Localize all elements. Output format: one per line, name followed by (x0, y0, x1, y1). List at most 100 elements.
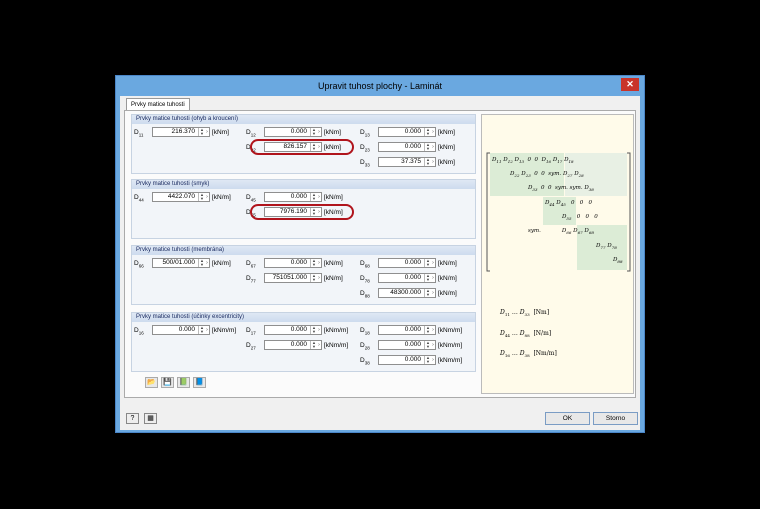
d77-arrow[interactable]: › (317, 274, 321, 282)
d38-arrow[interactable]: › (431, 356, 435, 364)
d68-input[interactable]: 0.000 ▲ ▼ › (378, 258, 436, 268)
d77-spin[interactable]: ▲ ▼ (310, 274, 317, 282)
d17-unit: [kNm/m] (324, 327, 349, 334)
d38-unit: [kNm/m] (438, 357, 463, 364)
matrix-preview-panel: D11 D12 D13 0 0 D16 D17 D18 D22 D23 0 0 … (481, 114, 634, 394)
d16-arrow[interactable]: › (205, 326, 209, 334)
import-table-icon[interactable]: 📗 (177, 377, 190, 388)
matrix-row-2: D22 D23 0 0 sym. D27 D28 (510, 171, 584, 179)
ok-button[interactable]: OK (545, 412, 590, 425)
d44-arrow[interactable]: › (205, 193, 209, 201)
d23-unit: [kNm] (438, 144, 455, 151)
d12-unit: [kNm] (324, 129, 341, 136)
d27-input[interactable]: 0.000 ▲ ▼ › (264, 340, 322, 350)
d23-arrow[interactable]: › (431, 143, 435, 151)
d11-arrow[interactable]: › (205, 128, 209, 136)
d11-input[interactable]: 216.370 ▲ ▼ › (152, 127, 210, 137)
d88-arrow[interactable]: › (431, 289, 435, 297)
d18-spin[interactable]: ▲ ▼ (424, 326, 431, 334)
field-d66: D66 500/01.000 ▲ ▼ › [kN/m] (134, 258, 244, 268)
d67-arrow[interactable]: › (317, 259, 321, 267)
group-bending: Prvky matice tuhosti (ohyb a kroucení) D… (131, 114, 476, 174)
d38-spin[interactable]: ▲ ▼ (424, 356, 431, 364)
d67-spin[interactable]: ▲ ▼ (310, 259, 317, 267)
d44-input[interactable]: 4422.070 ▲ ▼ › (152, 192, 210, 202)
d18-unit: [kNm/m] (438, 327, 463, 334)
cancel-button[interactable]: Storno (593, 412, 638, 425)
d78-arrow[interactable]: › (431, 274, 435, 282)
d18-input[interactable]: 0.000 ▲ ▼ › (378, 325, 436, 335)
d28-unit: [kNm/m] (438, 342, 463, 349)
d44-spin[interactable]: ▲ ▼ (198, 193, 205, 201)
save-icon[interactable]: 💾 (161, 377, 174, 388)
d68-unit: [kN/m] (438, 260, 457, 267)
field-d18: D18 0.000 ▲ ▼ › [kNm/m] (360, 325, 470, 335)
d28-arrow[interactable]: › (431, 341, 435, 349)
d78-label: D78 (360, 275, 370, 284)
d23-input[interactable]: 0.000 ▲ ▼ › (378, 142, 436, 152)
d18-label: D18 (360, 327, 370, 336)
open-file-icon[interactable]: 📂 (145, 377, 158, 388)
d33-arrow[interactable]: › (431, 158, 435, 166)
export-table-icon[interactable]: 📘 (193, 377, 206, 388)
d13-arrow[interactable]: › (431, 128, 435, 136)
legend-eccentricity: D16 … D38 [Nm/m] (500, 350, 557, 359)
field-d16: D16 0.000 ▲ ▼ › [kNm/m] (134, 325, 244, 335)
d33-input[interactable]: 37.375 ▲ ▼ › (378, 157, 436, 167)
d17-input[interactable]: 0.000 ▲ ▼ › (264, 325, 322, 335)
d13-input[interactable]: 0.000 ▲ ▼ › (378, 127, 436, 137)
d12-spin[interactable]: ▲ ▼ (310, 128, 317, 136)
d16-input[interactable]: 0.000 ▲ ▼ › (152, 325, 210, 335)
d45-input[interactable]: 0.000 ▲ ▼ › (264, 192, 322, 202)
d27-label: D27 (246, 342, 256, 351)
d27-unit: [kNm/m] (324, 342, 349, 349)
d38-input[interactable]: 0.000 ▲ ▼ › (378, 355, 436, 365)
help-icon[interactable]: ? (126, 413, 139, 424)
d88-spin[interactable]: ▲ ▼ (424, 289, 431, 297)
d66-arrow[interactable]: › (205, 259, 209, 267)
field-d33: D33 37.375 ▲ ▼ › [kNm] (360, 157, 470, 167)
d17-arrow[interactable]: › (317, 326, 321, 334)
d17-spin[interactable]: ▲ ▼ (310, 326, 317, 334)
d45-spin[interactable]: ▲ ▼ (310, 193, 317, 201)
d27-spin[interactable]: ▲ ▼ (310, 341, 317, 349)
d16-spin[interactable]: ▲ ▼ (198, 326, 205, 334)
group-bending-header: Prvky matice tuhosti (ohyb a kroucení) (132, 115, 475, 124)
d78-input[interactable]: 0.000 ▲ ▼ › (378, 273, 436, 283)
d77-label: D77 (246, 275, 256, 284)
d18-arrow[interactable]: › (431, 326, 435, 334)
d33-spin[interactable]: ▲ ▼ (424, 158, 431, 166)
d67-input[interactable]: 0.000 ▲ ▼ › (264, 258, 322, 268)
d28-input[interactable]: 0.000 ▲ ▼ › (378, 340, 436, 350)
title-bar[interactable]: Upravit tuhost plochy - Laminát ✕ (116, 76, 644, 96)
d27-arrow[interactable]: › (317, 341, 321, 349)
d66-unit: [kN/m] (212, 260, 231, 267)
close-button[interactable]: ✕ (621, 78, 639, 91)
units-icon[interactable]: ▦ (144, 413, 157, 424)
d44-label: D44 (134, 194, 144, 203)
group-shear-header: Prvky matice tuhosti (smyk) (132, 180, 475, 189)
d68-spin[interactable]: ▲ ▼ (424, 259, 431, 267)
field-d67: D67 0.000 ▲ ▼ › [kN/m] (246, 258, 356, 268)
d45-arrow[interactable]: › (317, 193, 321, 201)
field-d68: D68 0.000 ▲ ▼ › [kN/m] (360, 258, 470, 268)
d12-arrow[interactable]: › (317, 128, 321, 136)
group-shear: Prvky matice tuhosti (smyk) D44 4422.070… (131, 179, 476, 239)
d88-unit: [kN/m] (438, 290, 457, 297)
d28-spin[interactable]: ▲ ▼ (424, 341, 431, 349)
d78-spin[interactable]: ▲ ▼ (424, 274, 431, 282)
tab-panel: Prvky matice tuhosti (ohyb a kroucení) D… (124, 110, 636, 398)
d67-label: D67 (246, 260, 256, 269)
d23-spin[interactable]: ▲ ▼ (424, 143, 431, 151)
d11-spin[interactable]: ▲ ▼ (198, 128, 205, 136)
d28-label: D28 (360, 342, 370, 351)
d11-label: D11 (134, 129, 144, 138)
d68-arrow[interactable]: › (431, 259, 435, 267)
d66-spin[interactable]: ▲ ▼ (198, 259, 205, 267)
d12-input[interactable]: 0.000 ▲ ▼ › (264, 127, 322, 137)
d77-input[interactable]: 751051.000 ▲ ▼ › (264, 273, 322, 283)
d66-input[interactable]: 500/01.000 ▲ ▼ › (152, 258, 210, 268)
matrix-row-4: D44 D45 0 0 0 (545, 200, 593, 208)
d13-spin[interactable]: ▲ ▼ (424, 128, 431, 136)
d88-input[interactable]: 48300.000 ▲ ▼ › (378, 288, 436, 298)
